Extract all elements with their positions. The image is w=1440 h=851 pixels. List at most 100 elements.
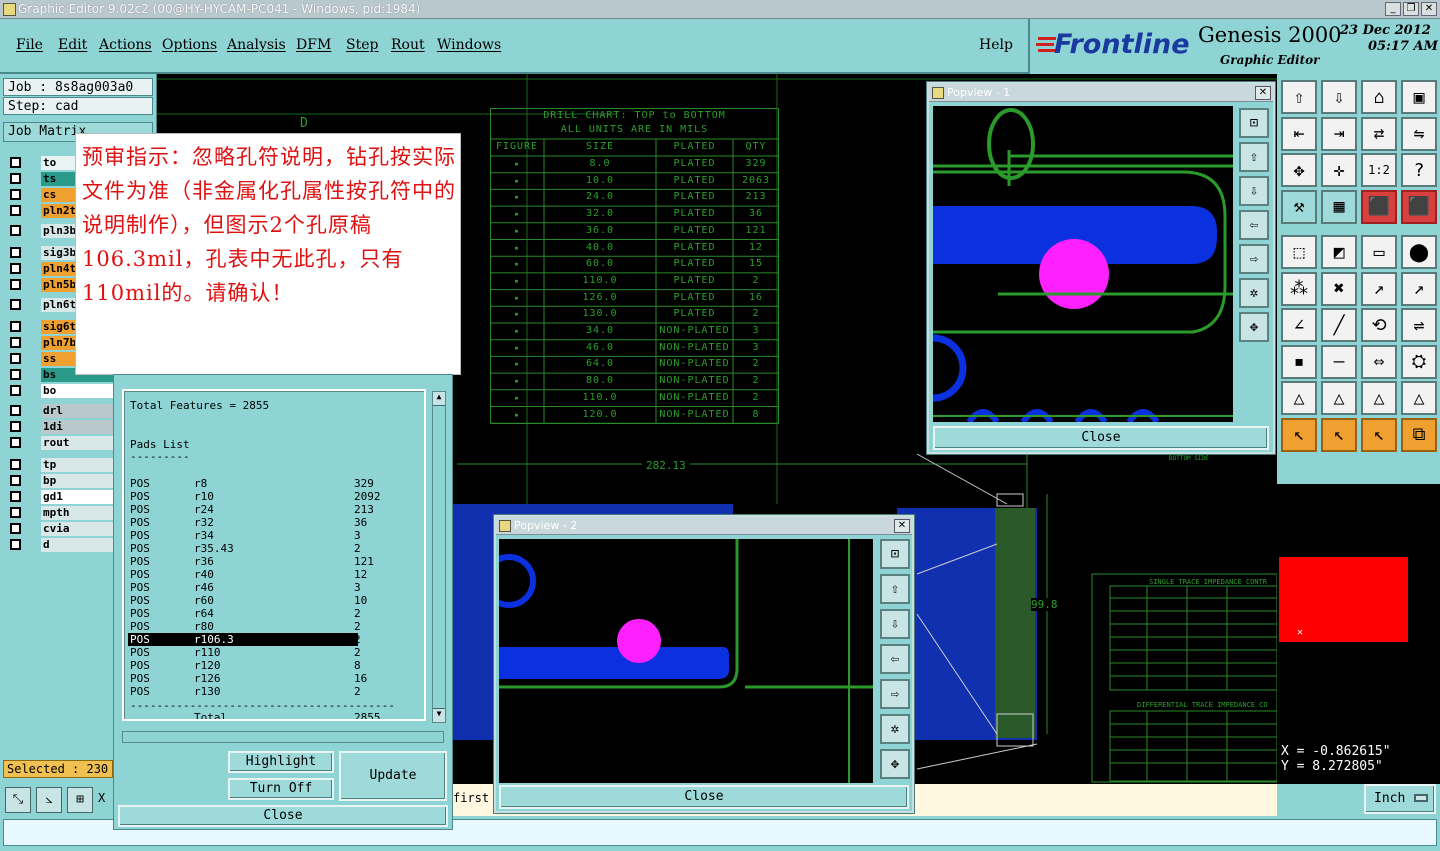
features-hscrollbar[interactable] xyxy=(122,731,444,743)
frame-right-icon[interactable]: ⇥ xyxy=(1321,116,1357,151)
scroll-up-icon[interactable]: ▲ xyxy=(433,392,445,406)
triangle3-icon[interactable]: △ xyxy=(1361,381,1397,415)
zoom-box-icon[interactable]: ⬚ xyxy=(1281,235,1317,269)
layer-row[interactable]: 1di xyxy=(7,420,117,434)
layer-checkbox[interactable] xyxy=(10,491,21,502)
pv2-zoom-out-icon[interactable]: ✲ xyxy=(880,714,910,744)
flip-icon[interactable]: ⇌ xyxy=(1401,308,1437,342)
menu-edit[interactable]: Edit xyxy=(58,37,87,53)
layer-checkbox[interactable] xyxy=(10,421,21,432)
select-icon[interactable]: ↖ xyxy=(1281,417,1317,452)
highlight-button[interactable]: Highlight xyxy=(228,751,334,773)
frame-left-icon[interactable]: ⇤ xyxy=(1281,116,1317,151)
popview-2-canvas[interactable] xyxy=(499,539,873,783)
pv2-zoom-fit-icon[interactable]: ⊡ xyxy=(880,539,910,569)
delete-icon[interactable]: ✖ xyxy=(1321,271,1357,306)
pv2-pan-down-icon[interactable]: ⇩ xyxy=(880,609,910,639)
arc-icon[interactable]: ⟲ xyxy=(1361,308,1397,342)
units-dropdown[interactable]: Inch xyxy=(1364,784,1436,814)
pads-icon[interactable]: ⁂ xyxy=(1281,271,1317,306)
menu-options[interactable]: Options xyxy=(162,37,217,53)
layer-checkbox[interactable] xyxy=(10,321,21,332)
layer-row[interactable]: mpth xyxy=(7,506,117,520)
layer-red2-icon[interactable]: ⬛ xyxy=(1401,189,1437,224)
grid-icon[interactable]: ⊞ xyxy=(67,787,93,813)
pv1-zoom-fit-icon[interactable]: ⊡ xyxy=(1239,108,1269,138)
maximize-icon[interactable]: ❐ xyxy=(1403,2,1419,16)
layer-checkbox[interactable] xyxy=(10,507,21,518)
menu-rout[interactable]: Rout xyxy=(391,37,425,53)
layer-checkbox[interactable] xyxy=(10,337,21,348)
layer-checkbox[interactable] xyxy=(10,385,21,396)
line-icon[interactable]: ╱ xyxy=(1321,308,1357,342)
layer-checkbox[interactable] xyxy=(10,247,21,258)
pv1-pan-up-icon[interactable]: ⇧ xyxy=(1239,142,1269,172)
window-icon[interactable]: ▣ xyxy=(1401,80,1437,114)
layer-checkbox[interactable] xyxy=(10,173,21,184)
connect-icon[interactable]: ↗ xyxy=(1361,271,1397,306)
layer-row[interactable]: rout xyxy=(7,436,117,450)
close-icon[interactable]: ✕ xyxy=(1255,86,1271,100)
layer-checkbox[interactable] xyxy=(10,353,21,364)
menu-help[interactable]: Help xyxy=(979,37,1013,53)
layer-checkbox[interactable] xyxy=(10,205,21,216)
zoom-area-icon[interactable]: ⤡ xyxy=(5,787,31,813)
swap-icon[interactable]: ⇄ xyxy=(1361,116,1397,151)
menu-analysis[interactable]: Analysis xyxy=(227,37,286,53)
fit-icon[interactable]: ✥ xyxy=(1281,153,1317,187)
layer-row[interactable]: d xyxy=(7,538,117,552)
turn-off-button[interactable]: Turn Off xyxy=(228,778,334,800)
layer-red-icon[interactable]: ⬛ xyxy=(1361,189,1397,224)
home-down-icon[interactable]: ⇩ xyxy=(1321,80,1357,114)
select-box2-icon[interactable]: ↖ xyxy=(1361,417,1397,452)
ruler-scale-icon[interactable]: ▭ xyxy=(1361,235,1397,269)
layer-checkbox[interactable] xyxy=(10,539,21,550)
layer-checkbox[interactable] xyxy=(10,459,21,470)
features-list[interactable]: Total Features = 2855 Pads List --------… xyxy=(122,389,426,721)
popview-1-close-button[interactable]: Close xyxy=(933,426,1269,450)
pv2-pan-right-icon[interactable]: ⇨ xyxy=(880,679,910,709)
triangle2-icon[interactable]: △ xyxy=(1321,381,1357,415)
net-icon[interactable]: ⧉ xyxy=(1401,417,1437,452)
house-icon[interactable]: ⌂ xyxy=(1361,80,1397,114)
layer-checkbox[interactable] xyxy=(10,523,21,534)
layer-checkbox[interactable] xyxy=(10,279,21,290)
line-add-icon[interactable]: — xyxy=(1321,344,1357,379)
overview-map[interactable]: ✕ xyxy=(1277,484,1440,738)
close-icon[interactable]: ✕ xyxy=(1421,2,1437,16)
layer-row[interactable]: cvia xyxy=(7,522,117,536)
dotted-box-icon[interactable]: ⬤ xyxy=(1401,235,1437,269)
scroll-down-icon[interactable]: ▼ xyxy=(433,708,445,722)
layer-checkbox[interactable] xyxy=(10,369,21,380)
layer-checkbox[interactable] xyxy=(10,189,21,200)
ruler-icon[interactable]: ⚒ xyxy=(1281,189,1317,224)
layer-row[interactable]: drl xyxy=(7,404,117,418)
layer-checkbox[interactable] xyxy=(10,299,21,310)
minimize-icon[interactable]: _ xyxy=(1385,2,1401,16)
menu-step[interactable]: Step xyxy=(346,37,378,53)
angle-icon[interactable]: ∠ xyxy=(1281,308,1317,342)
popview-1-canvas[interactable] xyxy=(933,106,1233,422)
menu-actions[interactable]: Actions xyxy=(99,37,152,53)
pv1-pan-left-icon[interactable]: ⇦ xyxy=(1239,210,1269,240)
move-icon[interactable]: ✛ xyxy=(1321,153,1357,187)
features-vscrollbar[interactable]: ▲ ▼ xyxy=(432,391,446,723)
menu-dfm[interactable]: DFM xyxy=(296,37,331,53)
ratio-icon[interactable]: 1:2 xyxy=(1361,153,1397,187)
pv2-pan-up-icon[interactable]: ⇧ xyxy=(880,574,910,604)
pv2-zoom-in-icon[interactable]: ✥ xyxy=(880,749,910,779)
home-up-icon[interactable]: ⇧ xyxy=(1281,80,1317,114)
layer-row[interactable]: bp xyxy=(7,474,117,488)
close-icon[interactable]: ✕ xyxy=(894,519,910,533)
select-box-icon[interactable]: ↖ xyxy=(1321,417,1357,452)
pv2-pan-left-icon[interactable]: ⇦ xyxy=(880,644,910,674)
popview-2-close-button[interactable]: Close xyxy=(499,785,909,809)
grid-icon[interactable]: ▦ xyxy=(1321,189,1357,224)
menu-file[interactable]: File xyxy=(16,37,43,53)
shape-icon[interactable]: ⛭ xyxy=(1401,344,1437,379)
layer-checkbox[interactable] xyxy=(10,157,21,168)
pv1-pan-right-icon[interactable]: ⇨ xyxy=(1239,244,1269,274)
triangle4-icon[interactable]: △ xyxy=(1401,381,1437,415)
layer-row[interactable]: tp xyxy=(7,458,117,472)
pad-add-icon[interactable]: ▪ xyxy=(1281,344,1317,379)
